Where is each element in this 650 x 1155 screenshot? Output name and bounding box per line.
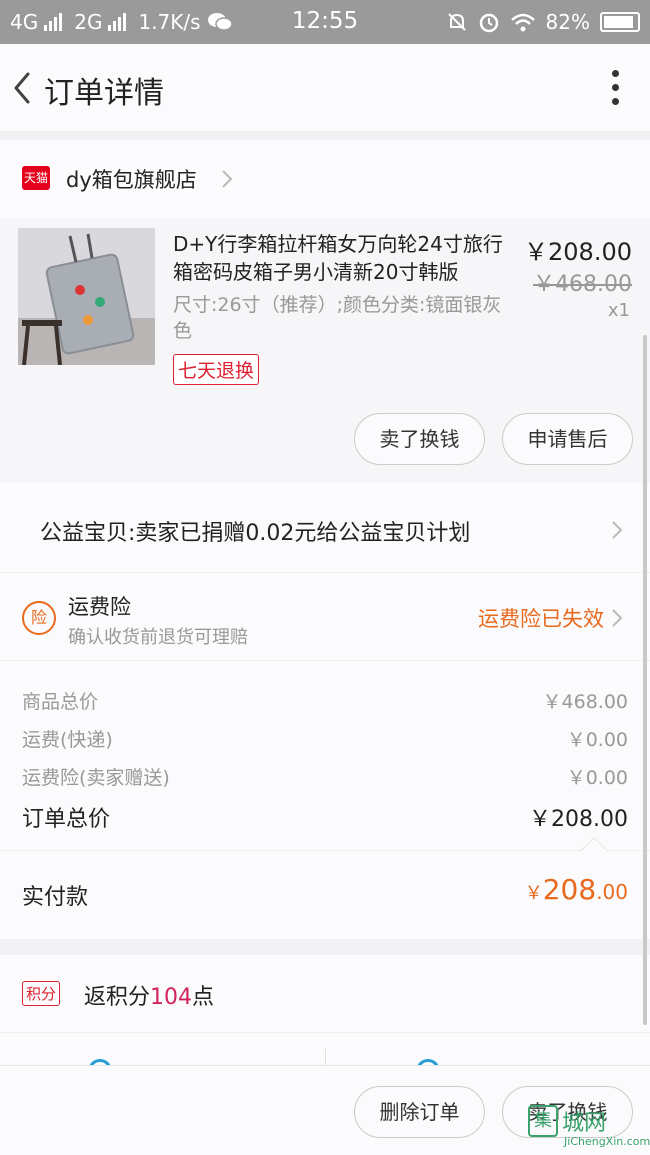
watermark-text: 城网: [562, 1111, 607, 1136]
insurance-fee-label: 运费险(卖家赠送): [22, 767, 170, 789]
points-suffix: 点: [192, 985, 215, 1010]
insurance-status[interactable]: 运费险已失效: [478, 603, 604, 633]
product-price: ￥208.00: [524, 238, 632, 266]
goods-total-label: 商品总价: [22, 691, 99, 713]
actual-payment-amount: ￥208.00: [525, 873, 628, 906]
points-text: 返积分104点: [84, 979, 214, 1011]
points-badge: 积分: [22, 981, 61, 1006]
product-spec: 尺寸:26寸（推荐）;颜色分类:镜面银灰色: [173, 294, 502, 342]
actual-payment-label: 实付款: [22, 885, 89, 910]
page-title: 订单详情: [44, 76, 164, 111]
site-watermark: 集 城网 JiChengXin.com: [528, 1105, 650, 1149]
status-right: 82%: [446, 10, 640, 34]
chevron-right-icon: [612, 521, 623, 539]
charity-text: 公益宝贝:卖家已捐赠0.02元给公益宝贝计划: [40, 521, 471, 546]
chevron-right-icon: [222, 170, 233, 188]
points-row: 积分 返积分104点: [0, 955, 650, 1033]
wifi-icon: [510, 13, 535, 32]
divider: [325, 1049, 326, 1065]
after-sale-button[interactable]: 申请售后: [502, 413, 633, 465]
status-bar: 4G 2G 1.7K/s 12:55 82%: [0, 0, 650, 44]
fee-breakdown: 商品总价 ￥468.00 运费(快递) ￥0.00 运费险(卖家赠送) ￥0.0…: [0, 661, 650, 851]
insurance-icon: 险: [22, 601, 56, 635]
more-menu-icon[interactable]: [610, 70, 620, 106]
watermark-url: JiChengXin.com: [564, 1135, 650, 1148]
charity-row[interactable]: 公益宝贝:卖家已捐赠0.02元给公益宝贝计划: [0, 483, 650, 573]
points-prefix: 返积分: [84, 985, 151, 1010]
shipping-insurance-row[interactable]: 险 运费险 确认收货前退货可理赔 运费险已失效: [0, 573, 650, 661]
order-total-value: ￥208.00: [529, 807, 628, 832]
return-policy-tag: 七天退换: [173, 354, 260, 385]
goods-total-row: 商品总价 ￥468.00: [22, 687, 628, 714]
product-card[interactable]: D+Y行李箱拉杆箱女万向轮24寸旅行箱密码皮箱子男小清新20寸韩版 尺寸:26寸…: [0, 218, 650, 483]
battery-percent: 82%: [545, 10, 590, 34]
shipping-fee-value: ￥0.00: [566, 729, 628, 751]
app-header: 订单详情: [0, 44, 650, 132]
delete-order-button[interactable]: 删除订单: [354, 1086, 485, 1138]
shipping-fee-label: 运费(快递): [22, 729, 113, 751]
insurance-title: 运费险: [68, 595, 131, 619]
order-total-row: 订单总价 ￥208.00: [22, 801, 628, 833]
battery-icon: [600, 12, 640, 32]
back-arrow-icon[interactable]: [8, 66, 38, 110]
alarm-icon: [479, 13, 498, 33]
shipping-fee-row: 运费(快递) ￥0.00: [22, 725, 628, 752]
product-title[interactable]: D+Y行李箱拉杆箱女万向轮24寸旅行箱密码皮箱子男小清新20寸韩版: [173, 230, 508, 286]
mute-icon: [447, 13, 466, 31]
order-total-label: 订单总价: [22, 807, 111, 832]
insurance-subtitle: 确认收货前退货可理赔: [68, 627, 248, 648]
product-image[interactable]: [18, 228, 155, 365]
sell-exchange-button[interactable]: 卖了换钱: [354, 413, 485, 465]
store-row[interactable]: 天猫 dy箱包旗舰店: [0, 140, 650, 218]
watermark-logo-icon: 集: [528, 1105, 558, 1137]
currency-symbol: ￥: [524, 883, 543, 904]
insurance-fee-value: ￥0.00: [566, 767, 628, 789]
contact-section-peek: [0, 1033, 650, 1083]
amount-integer: 208: [542, 873, 597, 906]
store-name[interactable]: dy箱包旗舰店: [66, 164, 197, 194]
actual-payment-row: 实付款 ￥208.00: [0, 836, 650, 939]
goods-total-value: ￥468.00: [542, 691, 628, 713]
scrollbar[interactable]: [643, 335, 647, 1025]
tmall-logo-icon: 天猫: [22, 166, 50, 190]
product-quantity: x1: [607, 300, 630, 321]
original-price: ￥468.00: [533, 272, 632, 297]
amount-decimal: .00: [596, 880, 628, 904]
chevron-right-icon: [612, 609, 623, 627]
points-number: 104: [150, 985, 193, 1010]
insurance-fee-row: 运费险(卖家赠送) ￥0.00: [22, 763, 628, 790]
